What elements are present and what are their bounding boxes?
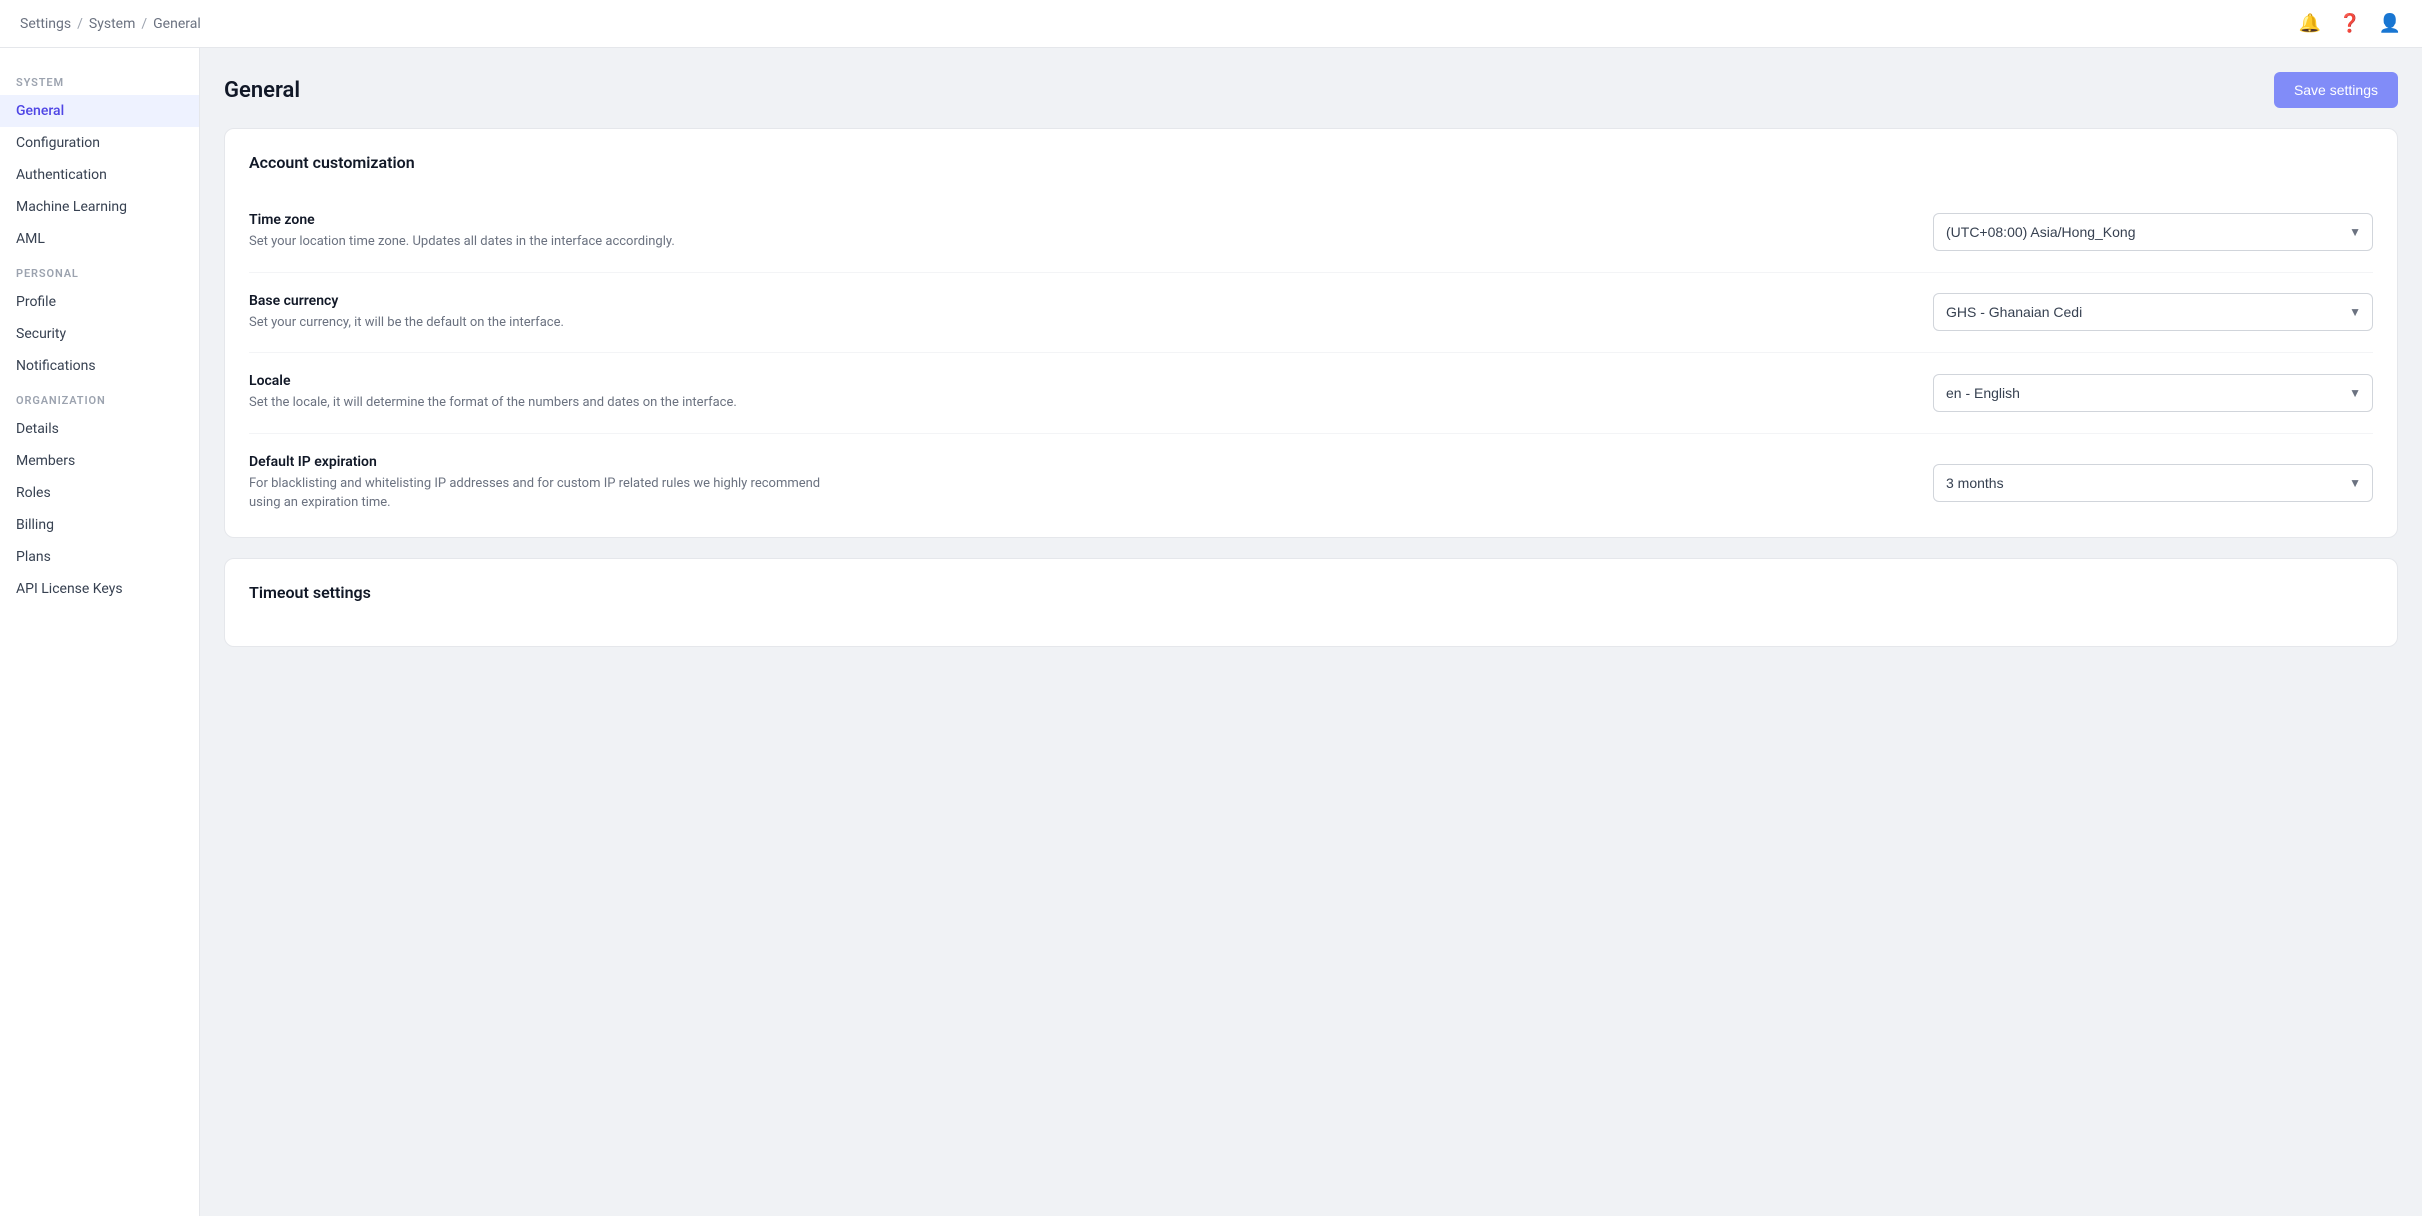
save-settings-button[interactable]: Save settings [2274,72,2398,108]
breadcrumb-sep-1: / [77,16,83,32]
base-currency-control: GHS - Ghanaian Cedi USD - US Dollar EUR … [1933,293,2373,331]
sidebar-item-security-label: Security [16,326,66,342]
sidebar-item-roles[interactable]: Roles [0,477,199,509]
sidebar-item-machine-learning-label: Machine Learning [16,199,127,215]
locale-control: en - English fr - French de - German es … [1933,374,2373,412]
sidebar-item-general-label: General [16,103,64,119]
ip-expiration-label: Default IP expiration [249,454,829,470]
sidebar-item-plans-label: Plans [16,549,51,565]
organization-section-label: ORGANIZATION [0,382,199,413]
breadcrumb-system[interactable]: System [89,16,135,32]
breadcrumb-settings[interactable]: Settings [20,16,71,32]
sidebar-item-members[interactable]: Members [0,445,199,477]
sidebar-item-aml-label: AML [16,231,45,247]
personal-section-label: PERSONAL [0,255,199,286]
topbar-icons: 🔔 ❓ 👤 [2298,12,2402,36]
account-customization-card: Account customization Time zone Set your… [224,128,2398,538]
account-customization-title: Account customization [249,153,2373,172]
topbar: Settings / System / General 🔔 ❓ 👤 [0,0,2422,48]
base-currency-desc: Set your currency, it will be the defaul… [249,313,829,333]
sidebar-item-authentication-label: Authentication [16,167,107,183]
bell-icon[interactable]: 🔔 [2298,12,2322,36]
locale-select-wrapper: en - English fr - French de - German es … [1933,374,2373,412]
sidebar-item-details[interactable]: Details [0,413,199,445]
sidebar-item-billing-label: Billing [16,517,54,533]
timezone-info: Time zone Set your location time zone. U… [249,212,829,252]
locale-info: Locale Set the locale, it will determine… [249,373,829,413]
sidebar-item-general[interactable]: General [0,95,199,127]
user-icon[interactable]: 👤 [2378,12,2402,36]
sidebar-item-security[interactable]: Security [0,318,199,350]
page-title: General [224,78,300,103]
sidebar-item-api-license-keys[interactable]: API License Keys [0,573,199,605]
system-section-label: SYSTEM [0,64,199,95]
base-currency-info: Base currency Set your currency, it will… [249,293,829,333]
timezone-desc: Set your location time zone. Updates all… [249,232,829,252]
ip-expiration-select-wrapper: 3 months 1 month 6 months 1 year Never ▼ [1933,464,2373,502]
ip-expiration-info: Default IP expiration For blacklisting a… [249,454,829,513]
ip-expiration-desc: For blacklisting and whitelisting IP add… [249,474,829,513]
base-currency-row: Base currency Set your currency, it will… [249,273,2373,354]
timezone-select-wrapper: (UTC+08:00) Asia/Hong_Kong (UTC+00:00) U… [1933,213,2373,251]
timezone-row: Time zone Set your location time zone. U… [249,192,2373,273]
sidebar: SYSTEM General Configuration Authenticat… [0,48,200,1216]
breadcrumb: Settings / System / General [20,16,201,32]
sidebar-item-notifications[interactable]: Notifications [0,350,199,382]
locale-desc: Set the locale, it will determine the fo… [249,393,829,413]
sidebar-item-profile[interactable]: Profile [0,286,199,318]
help-icon[interactable]: ❓ [2338,12,2362,36]
breadcrumb-general[interactable]: General [153,16,201,32]
sidebar-item-roles-label: Roles [16,485,51,501]
sidebar-item-details-label: Details [16,421,59,437]
base-currency-label: Base currency [249,293,829,309]
ip-expiration-control: 3 months 1 month 6 months 1 year Never ▼ [1933,464,2373,502]
sidebar-item-billing[interactable]: Billing [0,509,199,541]
layout: SYSTEM General Configuration Authenticat… [0,0,2422,1216]
timezone-select[interactable]: (UTC+08:00) Asia/Hong_Kong (UTC+00:00) U… [1933,213,2373,251]
sidebar-item-api-license-keys-label: API License Keys [16,581,123,597]
locale-row: Locale Set the locale, it will determine… [249,353,2373,434]
page-header: General Save settings [224,72,2398,108]
sidebar-item-members-label: Members [16,453,75,469]
sidebar-item-notifications-label: Notifications [16,358,96,374]
sidebar-item-configuration-label: Configuration [16,135,100,151]
sidebar-item-authentication[interactable]: Authentication [0,159,199,191]
main-content: General Save settings Account customizat… [200,48,2422,1216]
sidebar-item-configuration[interactable]: Configuration [0,127,199,159]
locale-label: Locale [249,373,829,389]
sidebar-item-plans[interactable]: Plans [0,541,199,573]
timeout-settings-card: Timeout settings [224,558,2398,647]
base-currency-select[interactable]: GHS - Ghanaian Cedi USD - US Dollar EUR … [1933,293,2373,331]
timeout-settings-title: Timeout settings [249,583,2373,602]
ip-expiration-select[interactable]: 3 months 1 month 6 months 1 year Never [1933,464,2373,502]
breadcrumb-sep-2: / [141,16,147,32]
sidebar-item-aml[interactable]: AML [0,223,199,255]
ip-expiration-row: Default IP expiration For blacklisting a… [249,434,2373,513]
sidebar-item-profile-label: Profile [16,294,56,310]
sidebar-item-machine-learning[interactable]: Machine Learning [0,191,199,223]
timezone-label: Time zone [249,212,829,228]
base-currency-select-wrapper: GHS - Ghanaian Cedi USD - US Dollar EUR … [1933,293,2373,331]
timezone-control: (UTC+08:00) Asia/Hong_Kong (UTC+00:00) U… [1933,213,2373,251]
locale-select[interactable]: en - English fr - French de - German es … [1933,374,2373,412]
